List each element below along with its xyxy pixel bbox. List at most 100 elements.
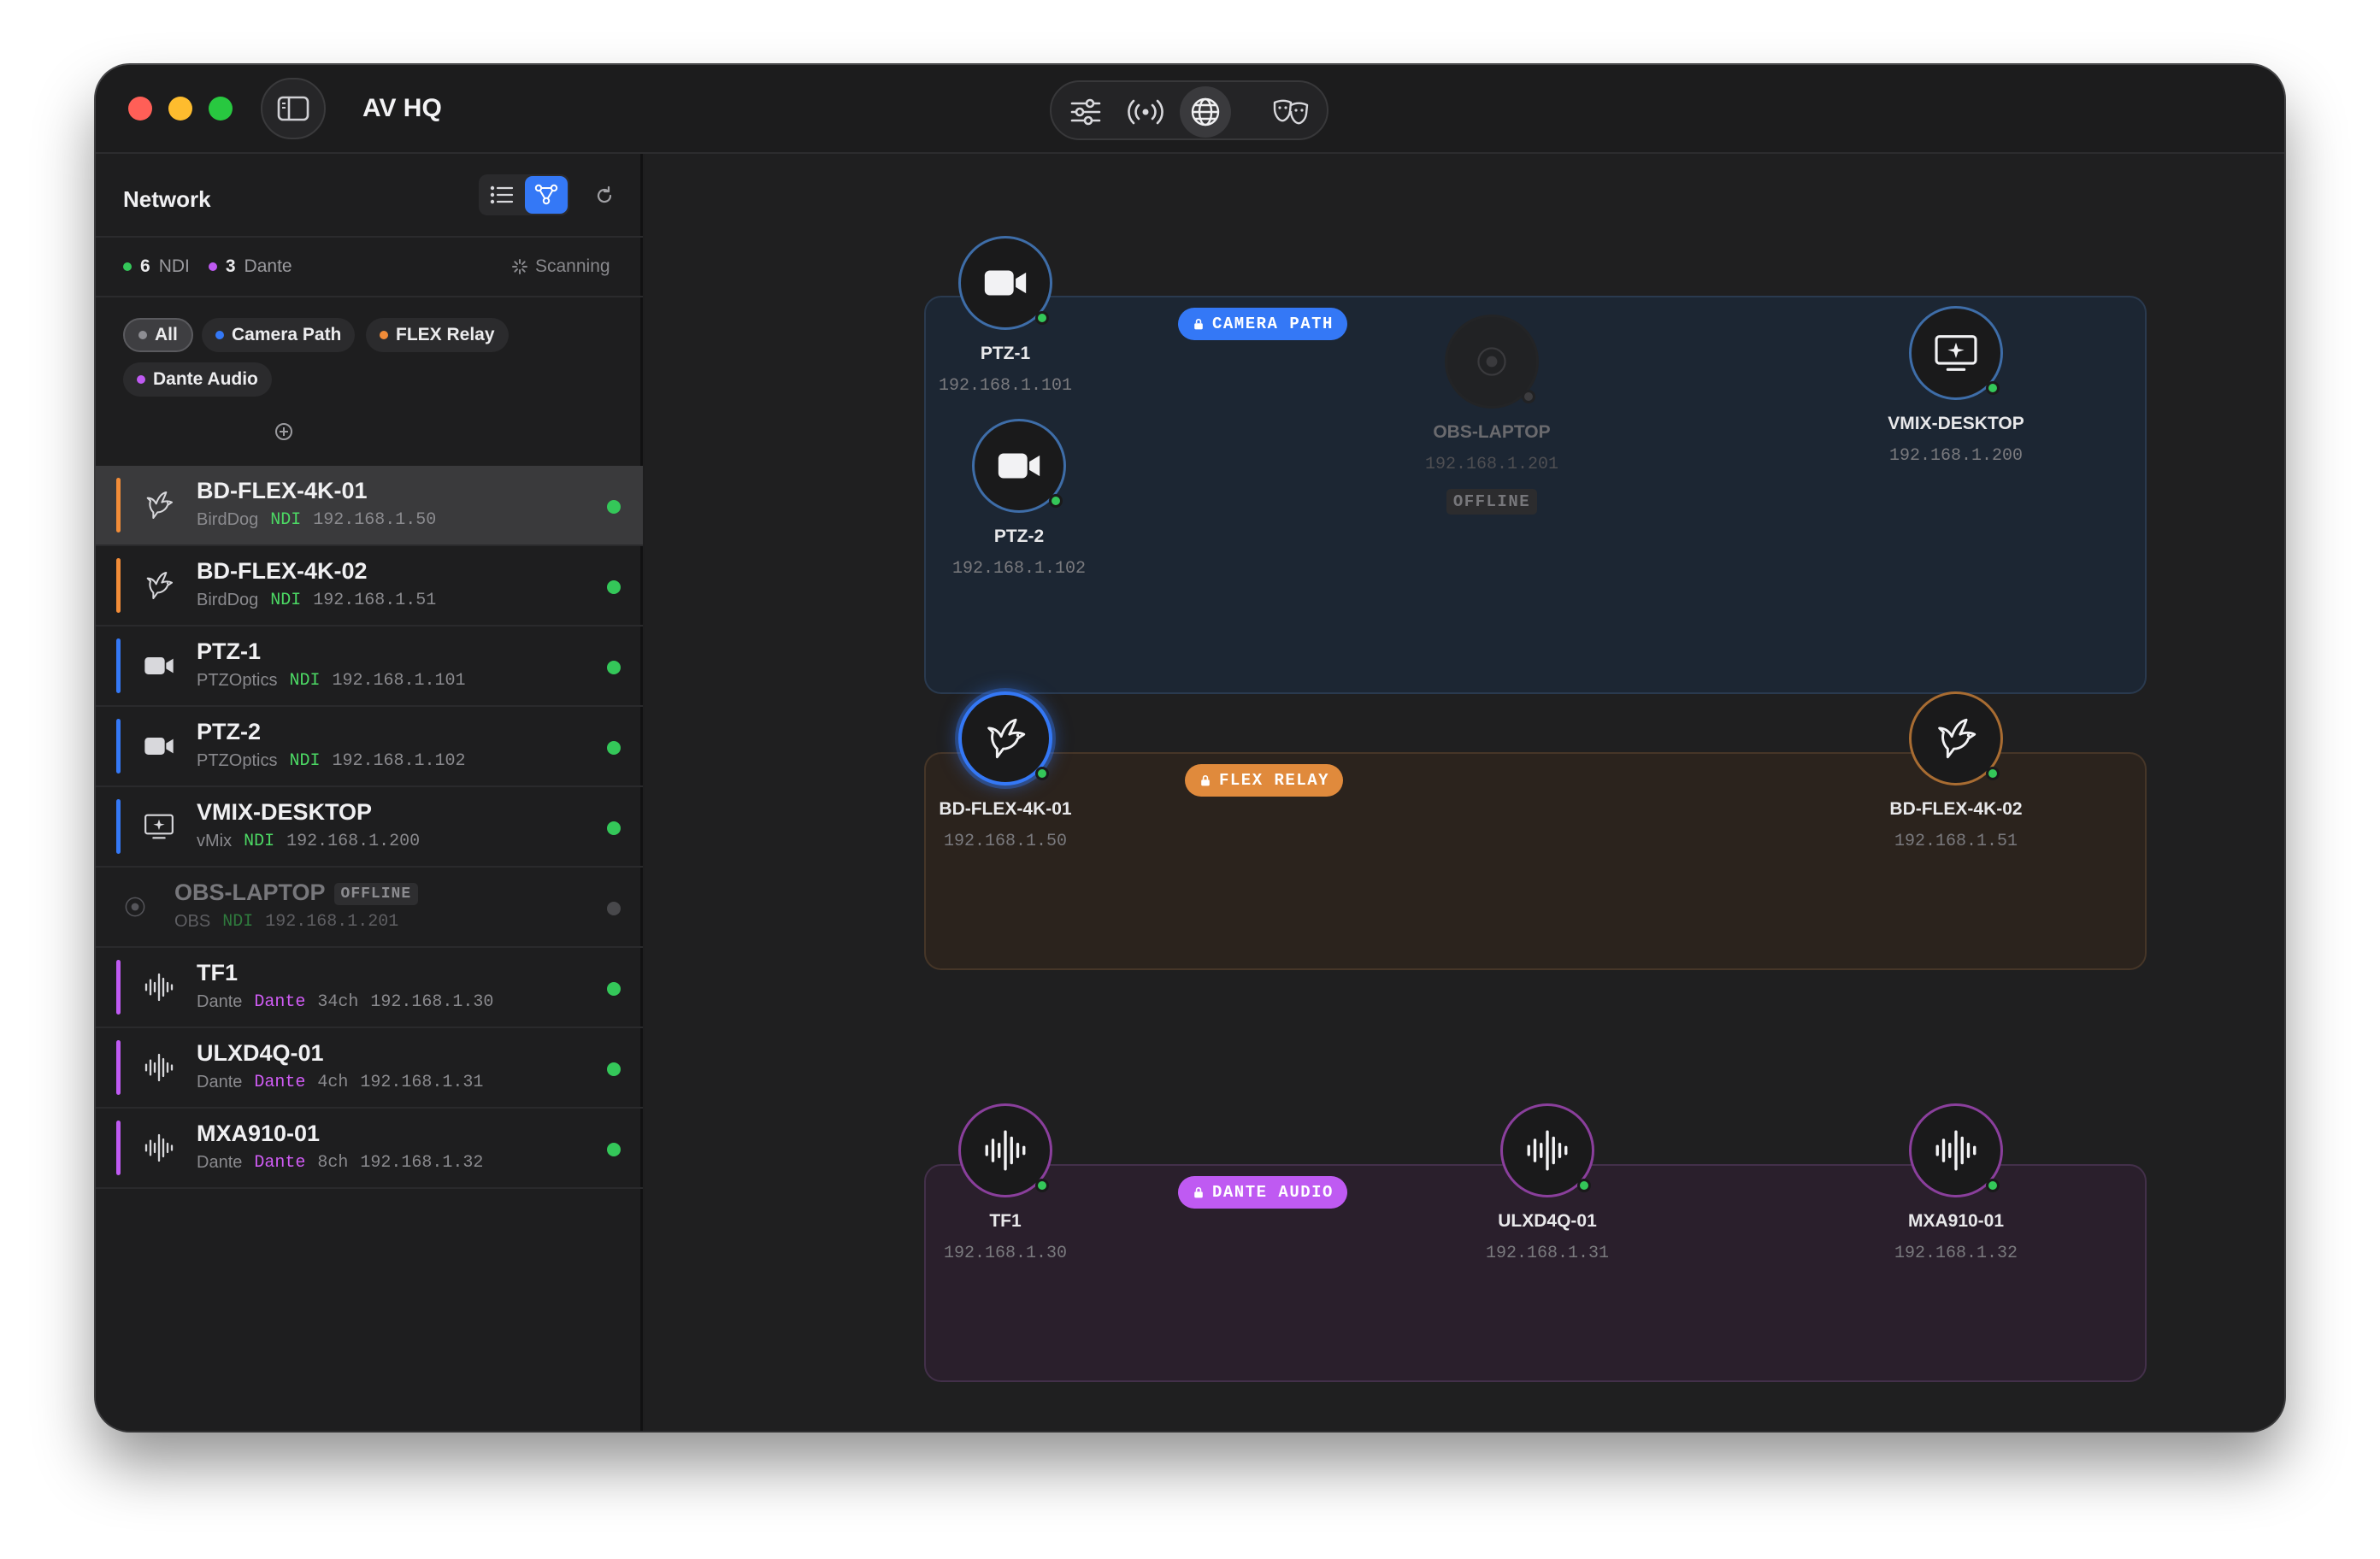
group-tag[interactable]: FLEX RELAY <box>1185 764 1344 797</box>
group-tag-label: FLEX RELAY <box>1219 771 1330 790</box>
lock-icon <box>1192 317 1205 331</box>
device-vendor: PTZOptics <box>197 671 278 690</box>
plus-circle-icon <box>275 423 292 440</box>
device-name-text: TF1 <box>197 960 239 985</box>
device-name-text: VMIX-DESKTOP <box>197 799 373 825</box>
node-name: ULXD4Q-01 <box>1498 1211 1597 1231</box>
toggle-sidebar-button[interactable] <box>261 78 326 139</box>
network-button[interactable] <box>1180 86 1231 138</box>
video-camera-icon <box>994 441 1044 491</box>
filter-chip-camera-path[interactable]: Camera Path <box>202 318 356 352</box>
protocol-stats: 6 NDI 3 Dante <box>123 256 292 277</box>
group-color-bar <box>116 719 121 774</box>
device-channels: 8ch <box>317 1153 349 1173</box>
ndi-count: 6 <box>140 256 150 276</box>
device-protocol: NDI <box>270 510 302 530</box>
group-color-bar <box>116 1121 121 1175</box>
device-name-text: BD-FLEX-4K-02 <box>197 558 368 584</box>
lock-icon <box>1199 774 1212 787</box>
dante-dot <box>208 262 217 271</box>
list-view-button[interactable] <box>480 176 523 214</box>
broadcast-button[interactable] <box>1120 86 1171 138</box>
refresh-button[interactable] <box>592 183 617 209</box>
bird-icon <box>981 714 1030 763</box>
device-icon-wrap <box>137 563 181 608</box>
node-ip: 192.168.1.102 <box>951 559 1087 579</box>
node-name: PTZ-2 <box>993 527 1045 546</box>
filter-chip-dante-audio[interactable]: Dante Audio <box>123 362 272 397</box>
filter-color-dot <box>137 375 145 384</box>
group-tag[interactable]: DANTE AUDIO <box>1178 1176 1347 1209</box>
filter-chip-label: FLEX Relay <box>396 325 495 344</box>
device-row[interactable]: PTZ-2 PTZOptics NDI 192.168.1.102 <box>96 707 643 787</box>
bird-icon <box>1931 714 1981 763</box>
device-vendor: vMix <box>197 832 233 850</box>
add-filter-button[interactable] <box>274 421 294 442</box>
ndi-dot <box>123 262 132 271</box>
node-name: BD-FLEX-4K-01 <box>939 799 1072 819</box>
close-window-button[interactable] <box>128 97 152 121</box>
filter-chip-flex-relay[interactable]: FLEX Relay <box>366 318 509 352</box>
device-icon-wrap <box>137 1045 181 1090</box>
device-name-text: PTZ-2 <box>197 719 262 744</box>
device-icon-wrap <box>137 644 181 688</box>
device-meta: OBS NDI 192.168.1.201 <box>174 912 398 932</box>
device-protocol: Dante <box>254 992 306 1012</box>
status-dot <box>607 661 621 674</box>
zoom-window-button[interactable] <box>209 97 233 121</box>
status-dot <box>1035 767 1049 780</box>
device-vendor: OBS <box>174 912 211 931</box>
sliders-icon <box>1070 98 1101 126</box>
status-dot <box>1049 494 1063 508</box>
node-ip: 192.168.1.50 <box>943 832 1068 851</box>
filter-chip-all[interactable]: All <box>123 318 193 352</box>
device-row[interactable]: TF1 Dante Dante 34ch 192.168.1.30 <box>96 948 643 1028</box>
filter-chip-label: Dante Audio <box>153 369 258 389</box>
display-sparkle-icon <box>142 809 176 844</box>
dante-count: 3 <box>225 256 236 276</box>
status-dot <box>607 741 621 755</box>
device-row[interactable]: BD-FLEX-4K-01 BirdDog NDI 192.168.1.50 <box>96 466 643 546</box>
ndi-label: NDI <box>158 256 190 276</box>
dante-label: Dante <box>244 256 292 276</box>
device-icon-wrap <box>137 483 181 527</box>
device-icon-wrap <box>137 804 181 849</box>
status-dot <box>1035 1179 1049 1192</box>
device-name: VMIX-DESKTOP <box>197 799 372 826</box>
node-name: PTZ-1 <box>980 344 1031 363</box>
app-window: AV HQ Network 6 NDI 3 Dante Scanning All… <box>96 65 2284 1431</box>
device-name: BD-FLEX-4K-01 <box>197 478 368 504</box>
group-tag[interactable]: CAMERA PATH <box>1178 308 1347 340</box>
device-vendor: BirdDog <box>197 510 259 529</box>
node-name: BD-FLEX-4K-02 <box>1889 799 2023 819</box>
sidebar-title: Network <box>123 186 211 212</box>
group-color-bar <box>116 1040 121 1095</box>
device-protocol: Dante <box>254 1153 306 1173</box>
settings-button[interactable] <box>1060 86 1111 138</box>
waveform-icon <box>142 1131 176 1165</box>
globe-icon <box>1191 97 1220 126</box>
status-dot <box>607 580 621 594</box>
waveform-icon <box>142 970 176 1004</box>
record-icon <box>1473 343 1511 380</box>
device-row[interactable]: VMIX-DESKTOP vMix NDI 192.168.1.200 <box>96 787 643 868</box>
shows-button[interactable] <box>1265 86 1317 138</box>
device-row[interactable]: OBS-LAPTOP OFFLINE OBS NDI 192.168.1.201 <box>96 868 643 948</box>
device-row[interactable]: ULXD4Q-01 Dante Dante 4ch 192.168.1.31 <box>96 1028 643 1109</box>
minimize-window-button[interactable] <box>168 97 192 121</box>
status-dot <box>607 821 621 835</box>
graph-view-button[interactable] <box>525 176 568 214</box>
status-dot <box>1577 1179 1591 1192</box>
graph-icon <box>534 184 558 205</box>
device-name-text: OBS-LAPTOP <box>174 880 326 905</box>
device-name: MXA910-01 <box>197 1121 320 1147</box>
device-meta: Dante Dante 4ch 192.168.1.31 <box>197 1073 483 1092</box>
device-ip: 192.168.1.50 <box>313 510 437 530</box>
device-row[interactable]: MXA910-01 Dante Dante 8ch 192.168.1.32 <box>96 1109 643 1189</box>
device-row[interactable]: BD-FLEX-4K-02 BirdDog NDI 192.168.1.51 <box>96 546 643 627</box>
node-ip: 192.168.1.32 <box>1894 1244 2018 1263</box>
device-row[interactable]: PTZ-1 PTZOptics NDI 192.168.1.101 <box>96 627 643 707</box>
topology-canvas[interactable]: PTZ-1 192.168.1.101 PTZ-2 192.168.1.102 OBS-… <box>645 154 2284 1431</box>
device-ip: 192.168.1.31 <box>360 1073 484 1092</box>
spinner-icon <box>512 259 527 274</box>
